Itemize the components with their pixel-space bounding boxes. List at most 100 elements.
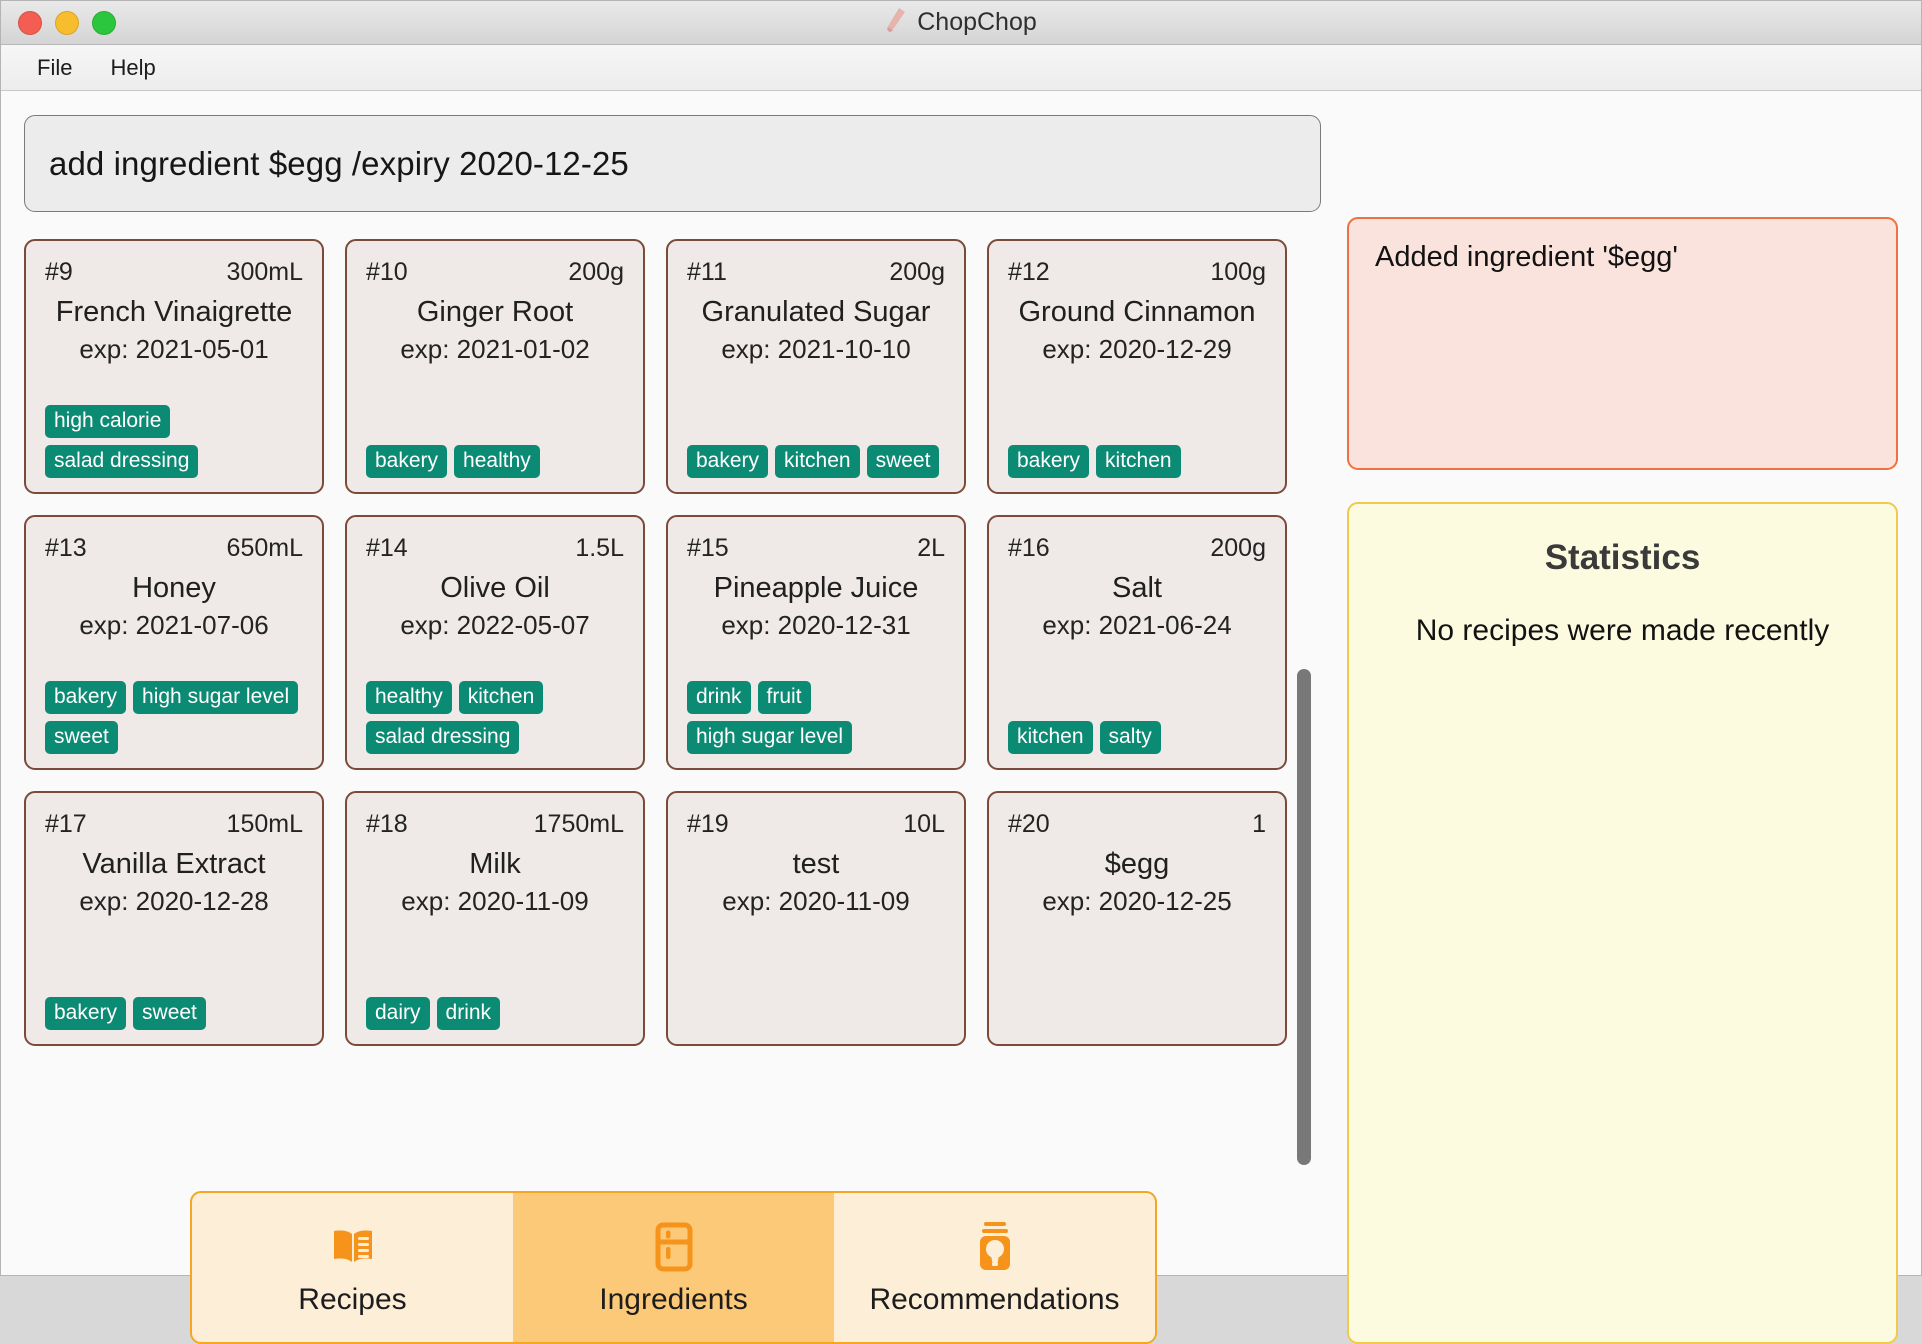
menu-item-file[interactable]: File: [23, 50, 86, 86]
ingredient-expiry: exp: 2020-11-09: [366, 886, 624, 917]
ingredient-name: Ginger Root: [366, 297, 624, 329]
menu-item-help[interactable]: Help: [96, 50, 169, 86]
ingredient-card-header: #16200g: [1008, 534, 1266, 563]
ingredient-quantity: 200g: [568, 258, 624, 287]
scrollbar-thumb[interactable]: [1297, 669, 1311, 1165]
ingredient-id: #19: [687, 810, 729, 839]
ingredient-tag: bakery: [366, 445, 447, 478]
ingredient-tag: drink: [437, 997, 501, 1030]
ingredient-id: #11: [687, 258, 727, 287]
ingredient-tag: high sugar level: [133, 681, 298, 714]
ingredient-id: #20: [1008, 810, 1050, 839]
refrigerator-icon: [655, 1219, 693, 1275]
ingredient-quantity: 1750mL: [534, 810, 624, 839]
ingredient-quantity: 200g: [889, 258, 945, 287]
ingredient-card[interactable]: #11200gGranulated Sugarexp: 2021-10-10ba…: [666, 239, 966, 494]
ingredient-card-header: #201: [1008, 810, 1266, 839]
main-content: add ingredient $egg /expiry 2020-12-25 #…: [1, 91, 1921, 1275]
ingredient-tag: bakery: [45, 997, 126, 1030]
ingredient-quantity: 200g: [1210, 534, 1266, 563]
ingredient-id: #18: [366, 810, 408, 839]
ingredient-tag: bakery: [1008, 445, 1089, 478]
window-title-group: ChopChop: [1, 7, 1921, 38]
ingredient-card[interactable]: #1910L test exp: 2020-11-09: [666, 791, 966, 1046]
ingredient-expiry: exp: 2021-07-06: [45, 610, 303, 641]
ingredient-tag: kitchen: [459, 681, 544, 714]
open-book-icon: [330, 1219, 376, 1275]
ingredient-tag: bakery: [687, 445, 768, 478]
ingredient-card[interactable]: #141.5L Olive Oil exp: 2022-05-07 healthyki…: [345, 515, 645, 770]
ingredient-card[interactable]: #201 $egg exp: 2020-12-25: [987, 791, 1287, 1046]
tab-recommendations[interactable]: Recommendations: [834, 1193, 1155, 1342]
statistics-panel: Statistics No recipes were made recently: [1347, 502, 1898, 1344]
ingredient-name: Salt: [1008, 573, 1266, 605]
ingredient-card-header: #9300mL: [45, 258, 303, 287]
ingredient-card[interactable]: #10200gGinger Rootexp: 2021-01-02bakeryh…: [345, 239, 645, 494]
window-title: ChopChop: [917, 8, 1037, 37]
ingredient-quantity: 1.5L: [575, 534, 624, 563]
tab-recipes[interactable]: Recipes: [192, 1193, 513, 1342]
ingredient-card-header: #15 2L: [687, 534, 945, 563]
tab-label: Recommendations: [869, 1283, 1119, 1317]
ingredient-tag-list: bakeryhealthy: [366, 445, 624, 478]
result-message-text: Added ingredient '$egg': [1375, 241, 1678, 273]
ingredient-card[interactable]: #9300mLFrench Vinaigretteexp: 2021-05-01…: [24, 239, 324, 494]
ingredient-expiry: exp: 2022-05-07: [366, 610, 624, 641]
ingredient-card-header: #1910L: [687, 810, 945, 839]
ingredient-tag-list: bakerysweet: [45, 997, 303, 1030]
ingredient-tag-list: drinkfruithigh sugar level: [687, 681, 945, 754]
ingredient-tag-list: dairydrink: [366, 997, 624, 1030]
ingredient-tag: dairy: [366, 997, 430, 1030]
ingredient-name: Granulated Sugar: [687, 297, 945, 329]
tab-label: Recipes: [298, 1283, 406, 1317]
ingredient-name: Vanilla Extract: [45, 849, 303, 881]
ingredient-quantity: 2L: [917, 534, 945, 563]
ingredient-card[interactable]: #16200g Salt exp: 2021-06-24 kitchensalty: [987, 515, 1287, 770]
ingredient-name: Milk: [366, 849, 624, 881]
ingredient-tag: kitchen: [1008, 721, 1093, 754]
ingredient-quantity: 650mL: [227, 534, 303, 563]
ingredient-card[interactable]: #13650mLHoneyexp: 2021-07-06bakeryhigh s…: [24, 515, 324, 770]
ingredient-expiry: exp: 2020-12-28: [45, 886, 303, 917]
ingredient-name: Honey: [45, 573, 303, 605]
ingredient-tag-list: bakerykitchen: [1008, 445, 1266, 478]
ingredient-name: Olive Oil: [366, 573, 624, 605]
ingredient-list-scrollbar[interactable]: [1293, 669, 1315, 1165]
ingredient-tag: salad dressing: [366, 721, 519, 754]
ingredient-tag: kitchen: [1096, 445, 1181, 478]
ingredient-card-header: #12100g: [1008, 258, 1266, 287]
lightbulb-icon: [975, 1219, 1015, 1275]
command-input[interactable]: add ingredient $egg /expiry 2020-12-25: [24, 115, 1321, 212]
app-window: ChopChop File Help add ingredient $egg /…: [0, 0, 1922, 1276]
menu-bar: File Help: [1, 45, 1921, 91]
ingredient-tag: healthy: [454, 445, 540, 478]
ingredient-tag: drink: [687, 681, 751, 714]
ingredient-id: #15: [687, 534, 729, 563]
statistics-title: Statistics: [1369, 538, 1876, 578]
ingredient-tag-list: healthykitchen salad dressing: [366, 681, 624, 754]
ingredient-card[interactable]: #12100gGround Cinnamonexp: 2020-12-29bak…: [987, 239, 1287, 494]
ingredient-expiry: exp: 2020-11-09: [687, 886, 945, 917]
ingredient-tag: bakery: [45, 681, 126, 714]
knife-icon: [885, 7, 907, 38]
ingredient-expiry: exp: 2020-12-31: [687, 610, 945, 641]
ingredient-id: #10: [366, 258, 408, 287]
ingredient-card[interactable]: #17150mLVanilla Extractexp: 2020-12-28ba…: [24, 791, 324, 1046]
tab-ingredients[interactable]: Ingredients: [513, 1193, 834, 1342]
ingredient-tag: high sugar level: [687, 721, 852, 754]
ingredient-tag: salad dressing: [45, 445, 198, 478]
ingredient-expiry: exp: 2020-12-25: [1008, 886, 1266, 917]
ingredient-card-header: #10 200g: [366, 258, 624, 287]
ingredient-card[interactable]: #18 1750mL Milk exp: 2020-11-09 dairydrink: [345, 791, 645, 1046]
ingredient-card[interactable]: #152LPineapple Juiceexp: 2020-12-31drink…: [666, 515, 966, 770]
ingredient-card-header: #141.5L: [366, 534, 624, 563]
ingredient-tag: healthy: [366, 681, 452, 714]
ingredient-card-grid: #9300mLFrench Vinaigretteexp: 2021-05-01…: [24, 239, 1321, 1046]
ingredient-expiry: exp: 2021-06-24: [1008, 610, 1266, 641]
ingredient-tag-list: bakeryhigh sugar levelsweet: [45, 681, 303, 754]
ingredient-name: test: [687, 849, 945, 881]
ingredient-tag-list: kitchensalty: [1008, 721, 1266, 754]
ingredient-name: $egg: [1008, 849, 1266, 881]
ingredient-list-region: #9300mLFrench Vinaigretteexp: 2021-05-01…: [24, 239, 1321, 1189]
result-message-panel: Added ingredient '$egg': [1347, 217, 1898, 470]
